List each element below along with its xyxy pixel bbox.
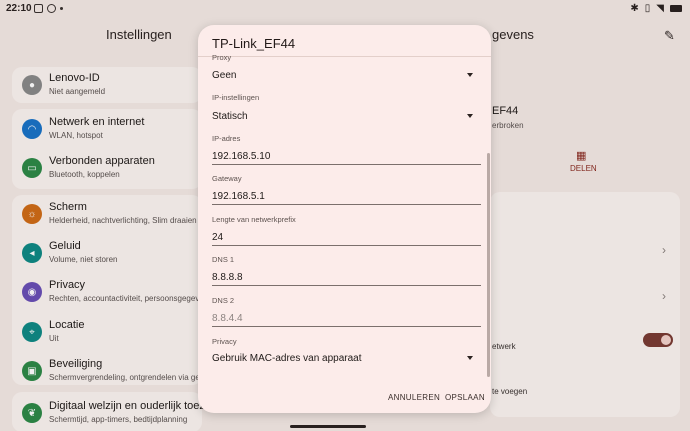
gateway-label: Gateway bbox=[212, 174, 242, 183]
proxy-dropdown[interactable]: Geen bbox=[212, 70, 236, 81]
cancel-button[interactable]: ANNULEREN bbox=[388, 393, 440, 402]
input-underline bbox=[212, 204, 481, 205]
ip-settings-dropdown[interactable]: Statisch bbox=[212, 111, 248, 122]
input-underline bbox=[212, 245, 481, 246]
input-underline bbox=[212, 164, 481, 165]
privacy-label: Privacy bbox=[212, 337, 237, 346]
ip-address-input[interactable]: 192.168.5.10 bbox=[212, 151, 270, 162]
scrollbar[interactable] bbox=[487, 153, 490, 377]
dialog-title: TP-Link_EF44 bbox=[212, 36, 296, 51]
dns1-label: DNS 1 bbox=[212, 255, 235, 264]
dropdown-arrow-icon[interactable] bbox=[467, 114, 473, 118]
input-underline bbox=[212, 285, 481, 286]
gateway-input[interactable]: 192.168.5.1 bbox=[212, 191, 265, 202]
save-button[interactable]: OPSLAAN bbox=[445, 393, 485, 402]
dns2-label: DNS 2 bbox=[212, 296, 235, 305]
proxy-label: Proxy bbox=[212, 53, 232, 62]
dns2-input[interactable]: 8.8.4.4 bbox=[212, 313, 243, 324]
prefix-length-label: Lengte van netwerkprefix bbox=[212, 215, 296, 224]
dns1-input[interactable]: 8.8.8.8 bbox=[212, 272, 243, 283]
title-divider bbox=[198, 56, 491, 57]
prefix-length-input[interactable]: 24 bbox=[212, 232, 223, 243]
ip-settings-label: IP-instellingen bbox=[212, 93, 260, 102]
privacy-dropdown[interactable]: Gebruik MAC-adres van apparaat bbox=[212, 353, 362, 364]
dropdown-arrow-icon[interactable] bbox=[467, 73, 473, 77]
ip-address-label: IP-adres bbox=[212, 134, 241, 143]
dropdown-arrow-icon[interactable] bbox=[467, 356, 473, 360]
input-underline bbox=[212, 326, 481, 327]
network-settings-dialog: TP-Link_EF44 Proxy Geen IP-instellingen … bbox=[198, 25, 491, 413]
